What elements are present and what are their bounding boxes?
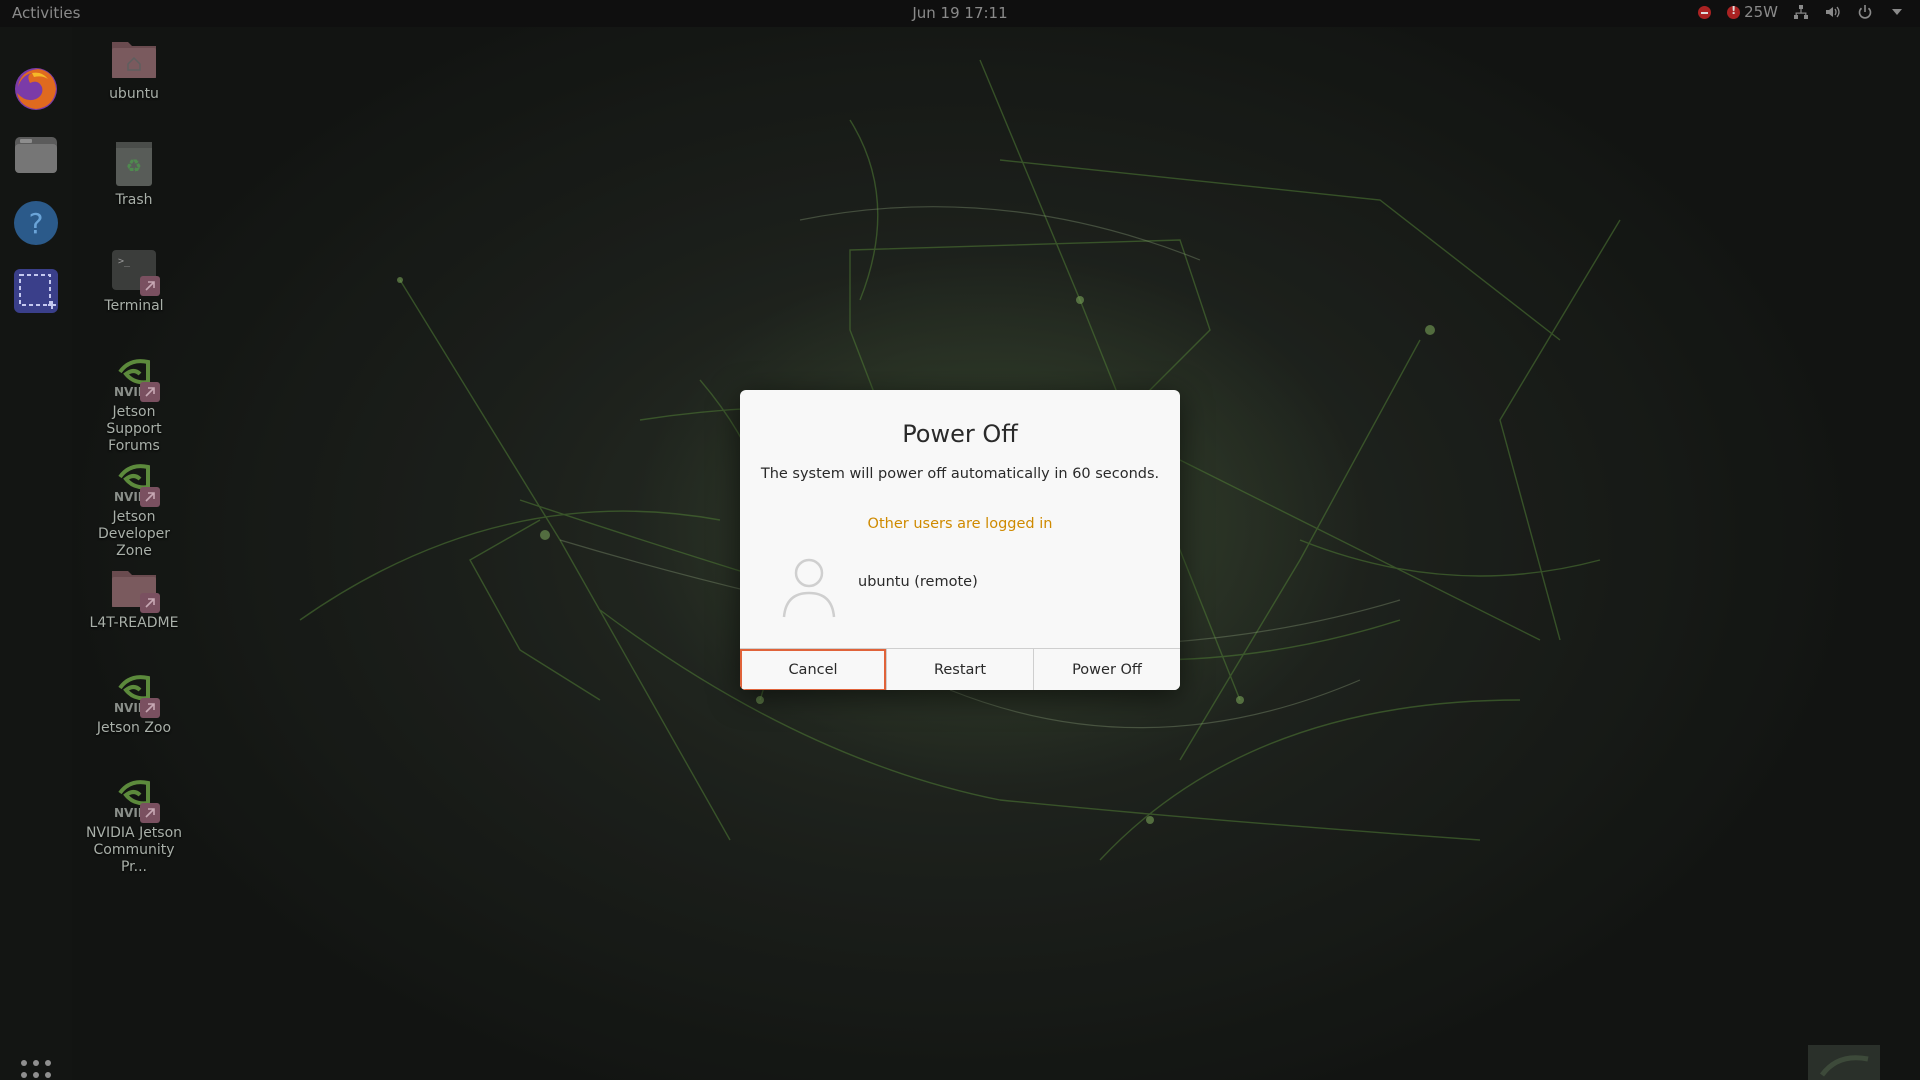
firefox-icon[interactable] [12, 65, 60, 113]
activities-button[interactable]: Activities [12, 4, 80, 22]
desktop-icon-label: ubuntu [109, 86, 159, 102]
desktop-icon-label: Jetson Support Forums [106, 404, 162, 454]
warning-icon [1727, 4, 1741, 19]
desktop-icon-label: Terminal [104, 298, 164, 314]
nvidia-icon: NVIL [110, 773, 160, 823]
link-arrow-icon [140, 382, 160, 402]
home-folder-icon [110, 34, 158, 82]
nvidia-icon: NVIL [110, 352, 160, 402]
chevron-down-icon[interactable] [1888, 3, 1906, 21]
dialog-title: Power Off [902, 420, 1018, 448]
restart-button[interactable]: Restart [886, 649, 1033, 690]
desktop-icon-nvidia-jetson-community[interactable]: NVIL NVIDIA Jetson Community Pr... [84, 773, 184, 876]
desktop-icon-jetson-developer-zone[interactable]: NVIL Jetson Developer Zone [84, 457, 184, 560]
svg-text:?: ? [29, 207, 44, 240]
power-icon[interactable] [1856, 3, 1874, 21]
screenshot-icon[interactable] [12, 267, 60, 315]
network-icon[interactable] [1792, 3, 1810, 21]
folder-icon [110, 563, 160, 613]
show-applications-button[interactable] [18, 1057, 54, 1080]
volume-icon[interactable] [1824, 3, 1842, 21]
user-avatar-icon [780, 555, 838, 619]
dialog-message: The system will power off automatically … [760, 466, 1160, 482]
power-off-button[interactable]: Power Off [1033, 649, 1180, 690]
dock: ? [0, 27, 72, 1080]
help-icon[interactable]: ? [12, 199, 60, 247]
terminal-icon: >_ [110, 246, 160, 296]
desktop-icon-jetson-zoo[interactable]: NVIL Jetson Zoo [84, 668, 184, 737]
logged-in-user: ubuntu (remote) [858, 574, 978, 590]
desktop-icon-label: L4T-README [89, 615, 179, 631]
dialog-button-row: Cancel Restart Power Off [740, 648, 1180, 690]
files-icon[interactable] [12, 131, 60, 179]
nvidia-icon: NVIL [110, 457, 160, 507]
link-arrow-icon [140, 593, 160, 613]
desktop-icon-ubuntu[interactable]: ubuntu [84, 34, 184, 103]
power-mode-label: 25W [1744, 3, 1778, 21]
link-arrow-icon [140, 276, 160, 296]
link-arrow-icon [140, 803, 160, 823]
cancel-button[interactable]: Cancel [740, 649, 886, 690]
svg-text:>_: >_ [118, 256, 131, 267]
system-tray[interactable]: 25W [1695, 3, 1906, 21]
do-not-disturb-icon[interactable] [1695, 3, 1713, 21]
nvidia-watermark-icon [1808, 1045, 1880, 1080]
nvidia-icon: NVIL [110, 668, 160, 718]
link-arrow-icon [140, 698, 160, 718]
power-off-dialog: Power Off The system will power off auto… [740, 390, 1180, 690]
desktop-icon-label: Jetson Developer Zone [97, 509, 170, 559]
desktop-icon-l4t-readme[interactable]: L4T-README [84, 563, 184, 632]
power-mode-indicator[interactable]: 25W [1727, 3, 1778, 21]
desktop-icon-terminal[interactable]: >_ Terminal [84, 246, 184, 315]
desktop-icon-label: Trash [115, 192, 153, 208]
top-bar: Activities Jun 19 17:11 25W [0, 0, 1920, 27]
trash-icon: ♻ [110, 140, 158, 188]
svg-text:♻: ♻ [126, 156, 142, 177]
desktop-icon-label: Jetson Zoo [96, 720, 172, 736]
desktop-icon-trash[interactable]: ♻ Trash [84, 140, 184, 209]
desktop-icon-label: NVIDIA Jetson Community Pr... [85, 825, 183, 875]
link-arrow-icon [140, 487, 160, 507]
clock[interactable]: Jun 19 17:11 [912, 4, 1007, 22]
desktop-icon-jetson-support-forums[interactable]: NVIL Jetson Support Forums [84, 352, 184, 455]
other-users-warning: Other users are logged in [867, 516, 1053, 532]
